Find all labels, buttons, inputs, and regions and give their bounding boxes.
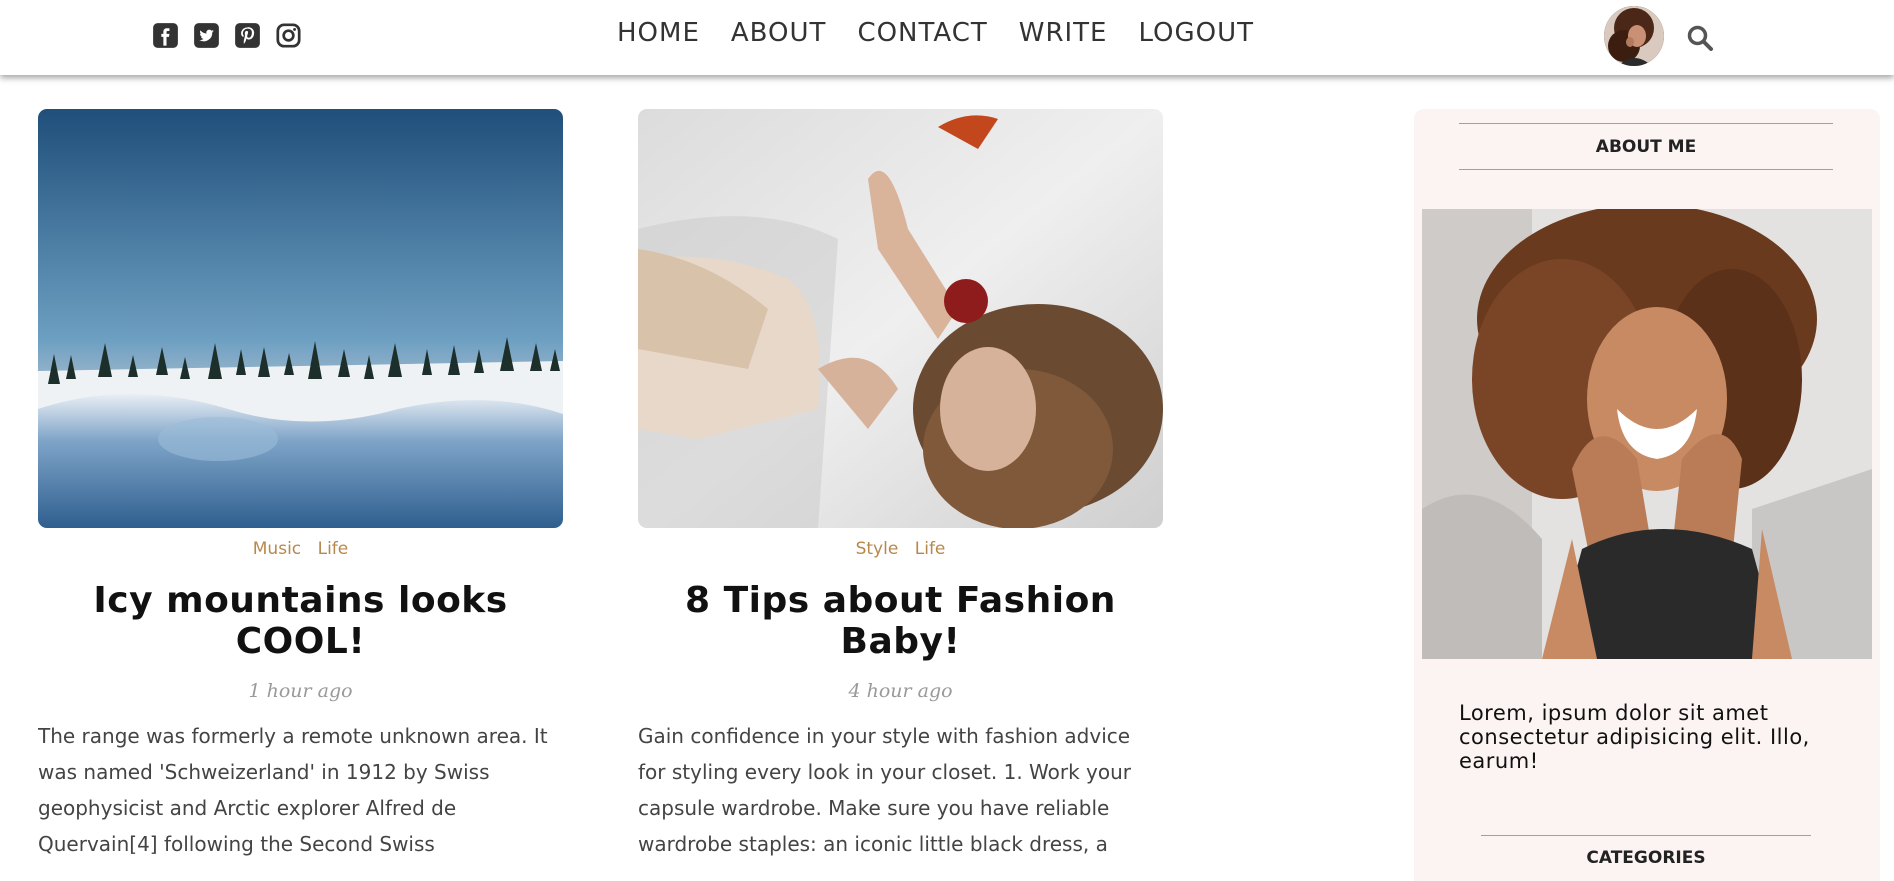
nav-logout[interactable]: LOGOUT	[1139, 18, 1255, 48]
about-me-photo	[1422, 209, 1872, 659]
post-description: Gain confidence in your style with fashi…	[638, 724, 1132, 856]
category-link[interactable]: Style	[856, 539, 899, 559]
pinterest-square-icon[interactable]	[234, 22, 261, 49]
top-bar: HOME ABOUT CONTACT WRITE LOGOUT	[0, 0, 1894, 75]
sidebar-about-title: ABOUT ME	[1459, 123, 1833, 170]
post-card: Music Life Icy mountains looks COOL! 1 h…	[38, 109, 563, 862]
nav-about[interactable]: ABOUT	[731, 18, 827, 48]
main-nav: HOME ABOUT CONTACT WRITE LOGOUT	[617, 18, 1285, 48]
instagram-icon[interactable]	[275, 22, 302, 49]
nav-contact[interactable]: CONTACT	[857, 18, 987, 48]
category-link[interactable]: Life	[915, 539, 946, 559]
category-link[interactable]: Music	[253, 539, 301, 559]
search-icon[interactable]	[1686, 24, 1714, 52]
twitter-square-icon[interactable]	[193, 22, 220, 49]
post-image-fashion[interactable]	[638, 109, 1163, 528]
facebook-square-icon[interactable]	[152, 22, 179, 49]
social-links	[152, 22, 302, 49]
post-card: Style Life 8 Tips about Fashion Baby! 4 …	[638, 109, 1163, 862]
post-title[interactable]: Icy mountains looks COOL!	[38, 580, 563, 662]
post-categories: Style Life	[638, 539, 1163, 561]
post-time: 1 hour ago	[248, 680, 353, 702]
sidebar-categories-title: CATEGORIES	[1481, 835, 1811, 868]
about-me-text: Lorem, ipsum dolor sit amet consectetur …	[1459, 701, 1810, 773]
post-time: 4 hour ago	[848, 680, 953, 702]
sidebar: ABOUT ME Lorem, ipsum dolor sit amet con…	[1414, 109, 1880, 881]
post-image-snowy-mountains[interactable]	[38, 109, 563, 528]
avatar-image	[1604, 6, 1664, 66]
post-title[interactable]: 8 Tips about Fashion Baby!	[638, 580, 1163, 662]
post-categories: Music Life	[38, 539, 563, 561]
nav-write[interactable]: WRITE	[1019, 18, 1108, 48]
nav-home[interactable]: HOME	[617, 18, 700, 48]
category-link[interactable]: Life	[318, 539, 349, 559]
post-description: The range was formerly a remote unknown …	[38, 724, 548, 856]
avatar[interactable]	[1604, 6, 1664, 66]
